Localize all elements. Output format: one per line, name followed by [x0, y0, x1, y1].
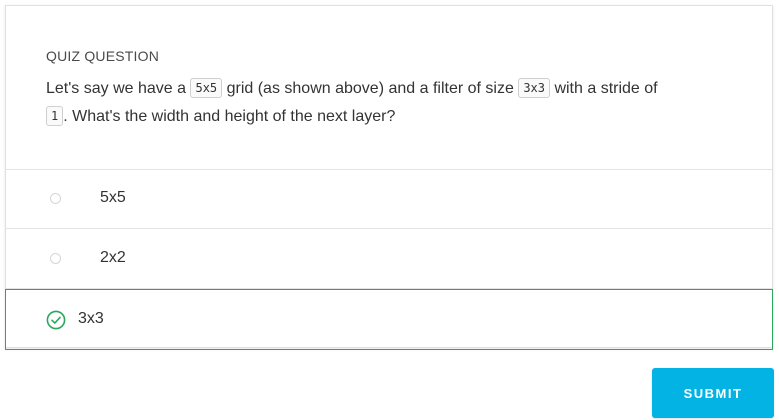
code-stride: 1 — [46, 106, 64, 126]
answer-option-5x5[interactable]: 5x5 — [6, 169, 772, 229]
answer-option-label: 2x2 — [100, 249, 126, 266]
question-part-1: Let's say we have a — [46, 80, 191, 97]
question-text: Let's say we have a 5x5 grid (as shown a… — [46, 75, 726, 131]
submit-button[interactable]: SUBMIT — [652, 368, 774, 418]
radio-circle-icon[interactable] — [50, 193, 61, 204]
code-filter-size: 3x3 — [518, 78, 550, 98]
code-grid-size: 5x5 — [190, 78, 223, 98]
question-part-3: with a stride of — [550, 80, 658, 97]
quiz-question-label: QUIZ QUESTION — [46, 48, 160, 64]
question-part-2: grid (as shown above) and a filter of si… — [222, 80, 519, 97]
check-circle-icon[interactable] — [46, 310, 66, 330]
radio-circle-icon[interactable] — [50, 253, 61, 264]
answer-option-label: 3x3 — [78, 310, 104, 327]
quiz-card: QUIZ QUESTION Let's say we have a 5x5 gr… — [5, 5, 773, 350]
answer-option-label: 5x5 — [100, 189, 126, 206]
question-part-4: . What's the width and height of the nex… — [63, 108, 396, 125]
answer-option-2x2[interactable]: 2x2 — [6, 229, 772, 289]
question-block: QUIZ QUESTION Let's say we have a 5x5 gr… — [6, 6, 772, 170]
answer-option-3x3-selected[interactable]: 3x3 — [5, 289, 773, 350]
